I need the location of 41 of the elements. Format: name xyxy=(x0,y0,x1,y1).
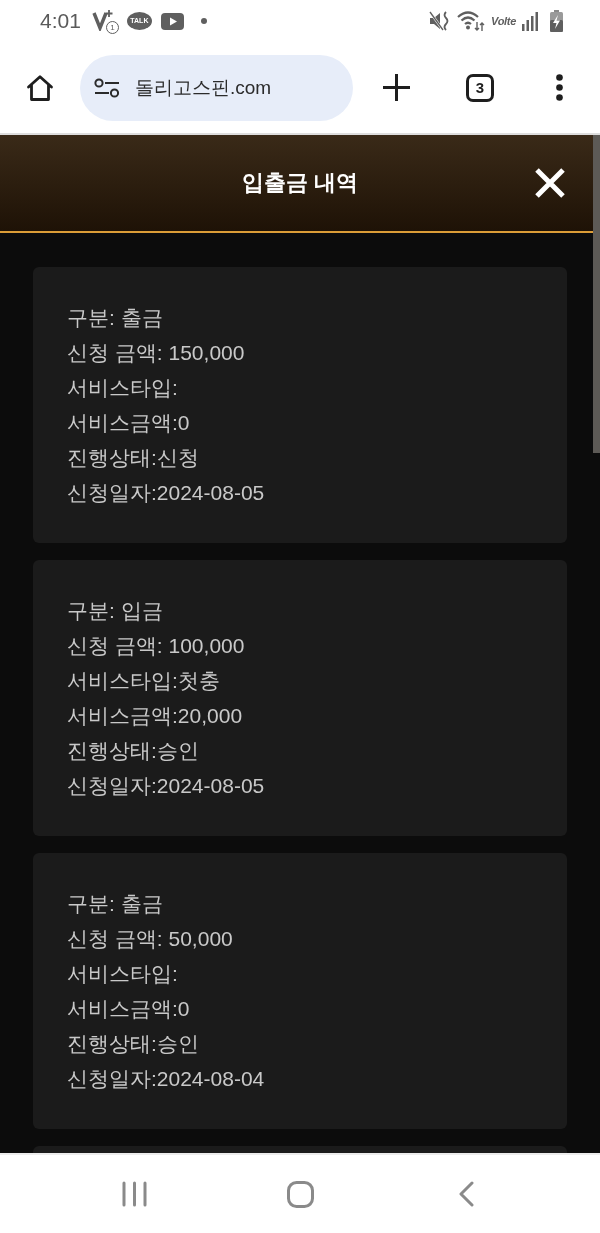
notification-count: 1 xyxy=(105,21,119,34)
close-icon xyxy=(535,168,565,198)
v-app-icon xyxy=(91,9,114,31)
record-detail: 서비스금액:0 xyxy=(67,996,190,1022)
record-detail: 신청일자:2024-08-05 xyxy=(67,480,265,506)
wifi-icon xyxy=(457,10,485,32)
dot-icon xyxy=(200,18,207,24)
modal-title: 입출금 내역 xyxy=(241,169,359,197)
close-button[interactable] xyxy=(535,168,565,198)
home-icon xyxy=(286,1180,314,1208)
record-detail: 진행상태:승인 xyxy=(67,738,199,764)
record-detail: 진행상태:신청 xyxy=(67,445,199,471)
record-detail: 신청 금액: 50,000 xyxy=(67,926,233,952)
record-detail: 구분: 출금 xyxy=(67,891,163,917)
muted-speaker-icon xyxy=(429,10,451,32)
record-detail: 신청 금액: 100,000 xyxy=(67,633,245,659)
plus-icon xyxy=(382,74,410,101)
record-detail: 서비스금액:0 xyxy=(67,410,190,436)
signal-icon xyxy=(522,11,538,31)
play-button-icon xyxy=(160,12,184,30)
record-detail: 신청일자:2024-08-05 xyxy=(67,773,265,799)
volte-label: Volte xyxy=(491,15,516,27)
record-detail: 신청 금액: 150,000 xyxy=(67,340,245,366)
record-detail: 진행상태:승인 xyxy=(67,1031,199,1057)
back-icon xyxy=(458,1181,474,1207)
record-detail: 신청일자:2024-08-04 xyxy=(67,1066,265,1092)
record-detail: 구분: 입금 xyxy=(67,598,163,624)
record-detail: 서비스타입: xyxy=(67,961,178,987)
record-detail: 서비스타입: xyxy=(67,375,178,401)
record-detail: 서비스금액:20,000 xyxy=(67,703,243,729)
address-bar[interactable]: 돌리고스핀.com xyxy=(80,54,353,121)
battery-charging-icon xyxy=(550,10,563,32)
recent-apps-icon xyxy=(121,1181,147,1207)
site-settings-icon xyxy=(94,77,120,98)
home-button[interactable] xyxy=(26,73,54,102)
tab-switcher-button[interactable]: 3 xyxy=(466,73,494,102)
record-detail: 구분: 출금 xyxy=(67,305,163,331)
record-detail: 서비스타입:첫충 xyxy=(67,668,220,694)
clock-time: 4:01 xyxy=(40,9,81,33)
menu-icon xyxy=(555,74,563,101)
home-icon xyxy=(26,73,54,102)
